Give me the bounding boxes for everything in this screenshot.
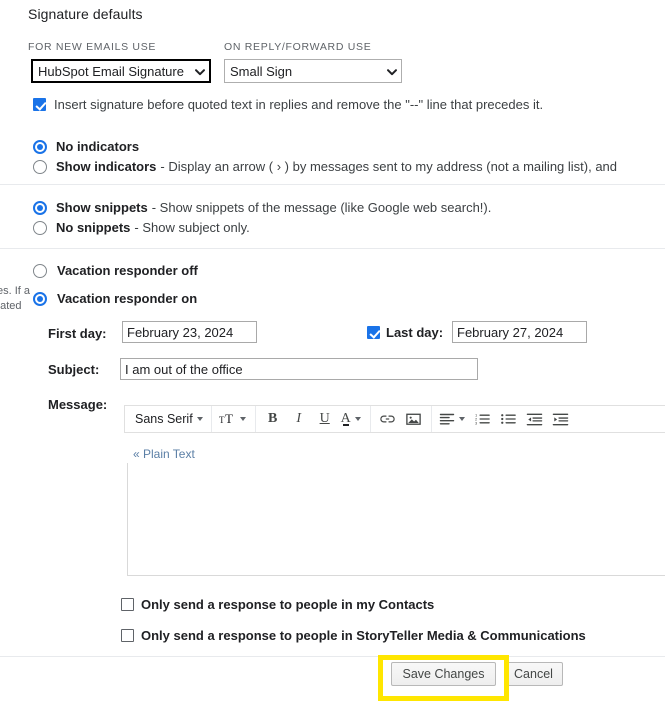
chevron-down-icon: [354, 417, 361, 421]
reply-forward-signature-select[interactable]: Small Sign: [224, 59, 402, 83]
new-emails-signature-select[interactable]: HubSpot Email Signature: [31, 59, 211, 83]
toolbar-group-align: 1 2 3: [432, 406, 578, 432]
no-snippets-radio[interactable]: [33, 220, 47, 235]
cancel-button[interactable]: Cancel: [504, 662, 563, 686]
bulleted-list-icon: [501, 414, 517, 424]
toolbar-group-size: T T: [212, 406, 256, 432]
font-size-icon: T T: [219, 412, 233, 426]
no-indicators-label: No indicators: [56, 139, 140, 154]
numbered-list-button[interactable]: 1 2 3: [470, 408, 496, 430]
show-snippets-row[interactable]: Show snippets - Show snippets of the mes…: [33, 200, 491, 215]
insert-image-button[interactable]: [401, 408, 427, 430]
last-day-value: February 27, 2024: [457, 324, 564, 340]
contacts-only-label: Only send a response to people in my Con…: [141, 597, 435, 612]
chevron-down-icon: [239, 417, 246, 421]
underline-button[interactable]: U: [312, 408, 338, 430]
show-indicators-row[interactable]: Show indicators - Display an arrow ( › )…: [33, 159, 665, 174]
chevron-down-icon: [458, 417, 465, 421]
cancel-button-label: Cancel: [514, 667, 553, 681]
divider-indicators: [0, 184, 665, 185]
subject-input[interactable]: I am out of the office: [120, 358, 478, 380]
show-snippets-label: Show snippets: [56, 200, 148, 215]
vacation-responder-off-radio[interactable]: [33, 263, 47, 278]
align-button[interactable]: [436, 408, 470, 430]
no-snippets-row[interactable]: No snippets - Show subject only.: [33, 220, 250, 235]
message-label: Message:: [48, 397, 108, 412]
for-new-emails-label: FOR NEW EMAILS USE: [28, 41, 157, 53]
font-family-value: Sans Serif: [135, 412, 193, 426]
insert-signature-label: Insert signature before quoted text in r…: [54, 97, 544, 112]
reply-forward-signature-value: Small Sign: [230, 63, 293, 79]
font-family-dropdown[interactable]: Sans Serif: [129, 408, 207, 430]
insert-signature-checkbox[interactable]: [33, 98, 46, 111]
svg-text:T: T: [225, 412, 233, 426]
save-button[interactable]: Save Changes: [391, 662, 496, 686]
vacation-responder-off-row[interactable]: Vacation responder off: [33, 263, 198, 278]
chevron-down-icon: [196, 417, 203, 421]
show-indicators-description: - Display an arrow ( › ) by messages sen…: [160, 159, 618, 174]
svg-text:3: 3: [475, 420, 478, 425]
toolbar-group-style: B I U A: [256, 406, 371, 432]
first-day-label: First day:: [48, 326, 107, 341]
numbered-list-icon: 1 2 3: [475, 413, 491, 425]
show-snippets-description: - Show snippets of the message (like Goo…: [151, 200, 492, 215]
divider-snippets: [0, 248, 665, 249]
vacation-responder-off-label: Vacation responder off: [57, 263, 198, 278]
divider-footer: [0, 656, 665, 657]
show-indicators-radio[interactable]: [33, 159, 47, 174]
contacts-only-row[interactable]: Only send a response to people in my Con…: [121, 597, 434, 612]
image-icon: [406, 413, 422, 425]
toolbar-group-font: Sans Serif: [125, 406, 212, 432]
text-color-icon: A: [340, 411, 351, 426]
last-day-input[interactable]: February 27, 2024: [452, 321, 587, 343]
vacation-responder-on-label: Vacation responder on: [57, 291, 198, 306]
last-day-label: Last day:: [386, 325, 444, 340]
indent-icon: [553, 413, 569, 426]
last-day-toggle-row[interactable]: Last day:: [367, 325, 443, 340]
org-only-label: Only send a response to people in StoryT…: [141, 628, 586, 643]
bulleted-list-button[interactable]: [496, 408, 522, 430]
last-day-checkbox[interactable]: [367, 326, 380, 339]
chevron-down-icon: [194, 66, 205, 76]
vacation-responder-on-row[interactable]: Vacation responder on: [33, 291, 197, 306]
first-day-value: February 23, 2024: [127, 324, 234, 340]
italic-button[interactable]: I: [286, 408, 312, 430]
org-only-checkbox[interactable]: [121, 629, 134, 642]
insert-link-button[interactable]: [375, 408, 401, 430]
font-size-button[interactable]: T T: [216, 408, 251, 430]
message-editor-toolbar[interactable]: Sans Serif T T B I U A 1 2 3: [124, 405, 665, 433]
indent-more-button[interactable]: [548, 408, 574, 430]
contacts-only-checkbox[interactable]: [121, 598, 134, 611]
insert-signature-row[interactable]: Insert signature before quoted text in r…: [33, 97, 543, 112]
on-reply-forward-label: ON REPLY/FORWARD USE: [224, 41, 372, 53]
new-emails-signature-value: HubSpot Email Signature: [38, 63, 184, 79]
align-left-icon: [439, 413, 454, 425]
no-indicators-radio[interactable]: [33, 139, 47, 154]
save-button-label: Save Changes: [402, 667, 485, 681]
show-indicators-label: Show indicators: [56, 159, 157, 174]
subject-value: I am out of the office: [125, 361, 243, 377]
org-only-row[interactable]: Only send a response to people in StoryT…: [121, 628, 586, 643]
subject-label: Subject:: [48, 362, 100, 377]
link-icon: [380, 415, 395, 423]
toolbar-group-insert: [371, 406, 432, 432]
no-snippets-description: - Show subject only.: [134, 220, 250, 235]
clipped-description-line-2: nated: [0, 300, 22, 312]
outdent-icon: [527, 413, 543, 426]
indent-less-button[interactable]: [522, 408, 548, 430]
clipped-description-line-1: es. If a: [0, 285, 31, 297]
bold-button[interactable]: B: [260, 408, 286, 430]
plain-text-link[interactable]: « Plain Text: [133, 447, 195, 461]
page-title: Signature defaults: [28, 6, 143, 22]
text-color-button[interactable]: A: [338, 408, 366, 430]
message-body-editor[interactable]: [127, 463, 665, 576]
no-indicators-row[interactable]: No indicators: [33, 139, 139, 154]
chevron-down-icon: [386, 66, 397, 76]
no-snippets-label: No snippets: [56, 220, 131, 235]
first-day-input[interactable]: February 23, 2024: [122, 321, 257, 343]
vacation-responder-on-radio[interactable]: [33, 291, 47, 306]
show-snippets-radio[interactable]: [33, 200, 47, 215]
